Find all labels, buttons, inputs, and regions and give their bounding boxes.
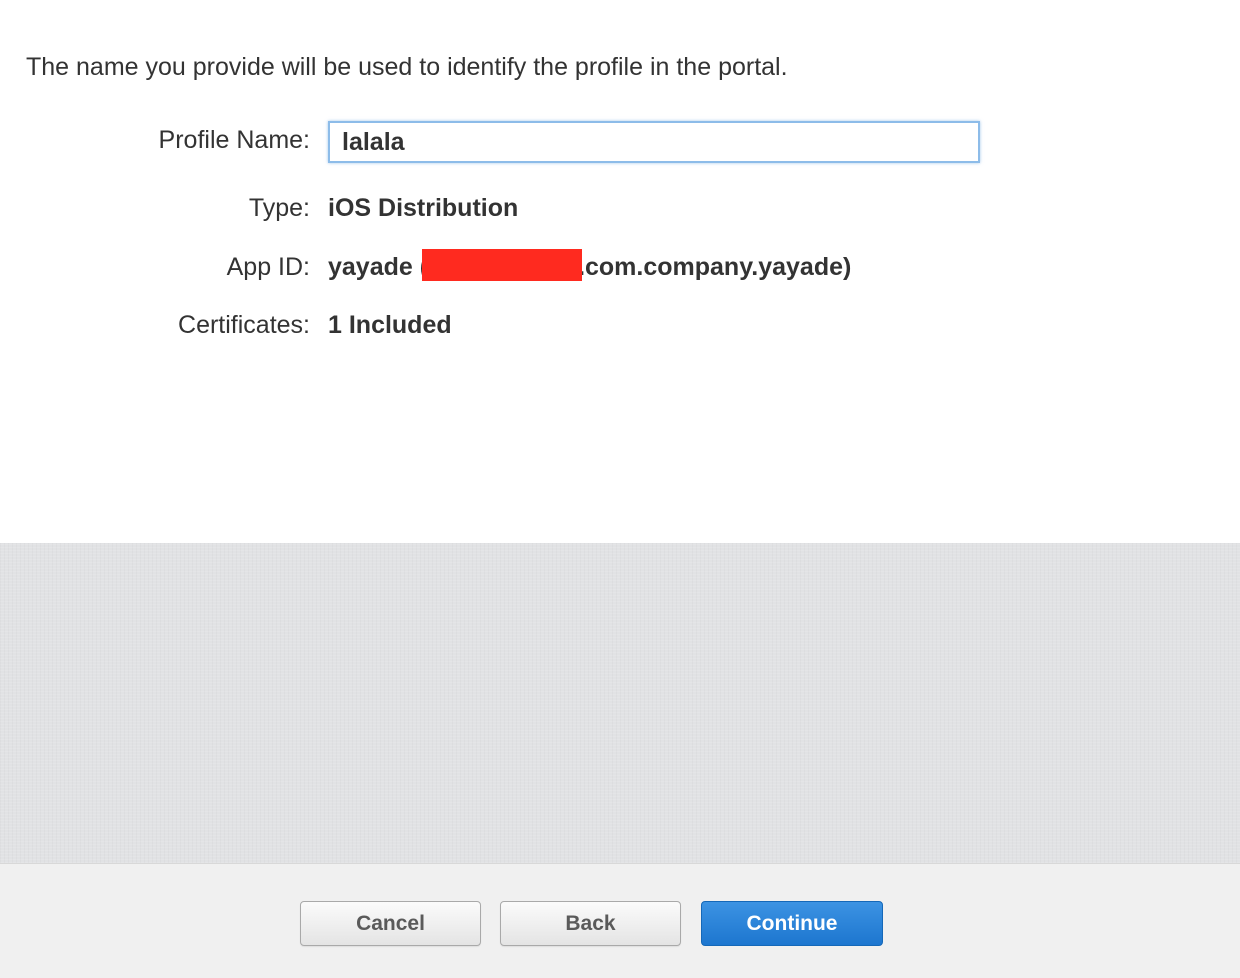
empty-content-area: [0, 543, 1240, 863]
certificates-label: Certificates:: [178, 311, 310, 339]
app-id-label: App ID:: [226, 253, 310, 281]
intro-text: The name you provide will be used to ide…: [26, 53, 788, 81]
button-bar: Cancel Back Continue: [0, 863, 1240, 978]
type-value: iOS Distribution: [328, 194, 519, 222]
app-id-suffix: .com.company.yayade): [578, 253, 852, 281]
profile-name-input[interactable]: [328, 121, 980, 163]
type-row: Type: iOS Distribution: [0, 186, 1240, 230]
app-id-value: yayade ( .com.company.yayade): [328, 245, 851, 289]
continue-button[interactable]: Continue: [701, 901, 883, 946]
redaction-block: [422, 249, 583, 282]
profile-name-row: Profile Name:: [0, 118, 1240, 163]
certificates-value: 1 Included: [328, 311, 452, 339]
profile-form: The name you provide will be used to ide…: [0, 0, 1240, 543]
profile-name-label: Profile Name:: [158, 126, 310, 154]
app-id-row: App ID: yayade ( .com.company.yayade): [0, 245, 1240, 289]
app-id-prefix: yayade (: [328, 253, 429, 281]
certificates-row: Certificates: 1 Included: [0, 303, 1240, 347]
cancel-button[interactable]: Cancel: [300, 901, 481, 946]
back-button[interactable]: Back: [500, 901, 681, 946]
type-label: Type:: [248, 194, 310, 222]
profile-review-page: The name you provide will be used to ide…: [0, 0, 1240, 978]
